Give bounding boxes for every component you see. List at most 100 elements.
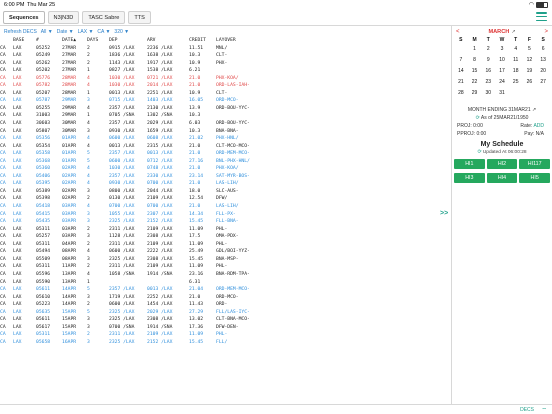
hamburger-menu-icon[interactable] (536, 12, 547, 22)
table-row[interactable]: CA LAX 05358 01APR 5 2357 /LAX 0013 /LAX 21.0 OR… (0, 150, 452, 158)
calendar-next-button[interactable]: > (544, 29, 548, 35)
calendar-day[interactable]: 8 (468, 55, 482, 66)
rate-value-button[interactable]: ADD (533, 123, 544, 129)
calendar-day[interactable]: 25 (509, 77, 523, 88)
hi1-button[interactable]: HI1 (454, 159, 485, 169)
calendar-day[interactable]: 10 (495, 55, 509, 66)
table-row[interactable]: CA LAX 05509 08APR 3 2325 /LAX 2308 /LAX 15.45 B… (0, 256, 452, 264)
table-row[interactable]: CA LAX 05249 27MAR 2 1836 /LAX 1638 /LAX 10.3 CL… (0, 52, 452, 60)
header-dep[interactable]: DEP (109, 37, 117, 45)
calendar-day[interactable]: 5 (523, 44, 537, 55)
table-row[interactable]: CA LAX 05807 30MAR 3 0930 /LAX 1659 /LAX 10.3 BN… (0, 128, 452, 136)
table-row[interactable]: CA LAX 05354 01APR 4 0013 /LAX 2315 /LAX 21.0 CL… (0, 143, 452, 151)
table-row[interactable]: CA LAX 05617 15APR 3 0700 /SNA 1914 /SNA 17.36 D… (0, 324, 452, 332)
table-row[interactable]: CA LAX 05610 14APR 3 1719 /LAX 2252 /LAX 21.0 OR… (0, 294, 452, 302)
table-row[interactable]: CA LAX 05787 29MAR 3 0715 /LAX 1403 /LAX 16.05 O… (0, 97, 452, 105)
table-row[interactable]: CA LAX 05776 28MAR 4 1030 /LAX 0721 /LAX 21.0 PH… (0, 75, 452, 83)
filter-all-dropdown[interactable]: All ▼ (41, 29, 53, 35)
calendar-day[interactable]: 30 (481, 88, 495, 99)
table-row[interactable]: CA LAX 31003 29MAR 1 0705 /SNA 1302 /SNA 10.3 (0, 112, 452, 120)
calendar-day[interactable]: 28 (454, 88, 468, 99)
table-row[interactable]: CA LAX 05389 02APR 3 0800 /LAX 2044 /LAX 18.0 SL… (0, 188, 452, 196)
calendar-day[interactable]: 22 (468, 77, 482, 88)
table-row[interactable]: CA LAX 05311 11APR 2 2311 /LAX 2109 /LAX 11.09 P… (0, 263, 452, 271)
tab-tts[interactable]: TTS (128, 10, 151, 24)
table-row[interactable]: CA LAX 05202 27MAR 1 0827 /LAX 1538 /LAX 6.21 (0, 67, 452, 75)
table-row[interactable]: CA LAX 05590 13APR 1 6.31 (0, 279, 452, 287)
tab-sequences[interactable]: Sequences (3, 10, 45, 24)
table-row[interactable]: CA LAX 05435 03APR 3 2325 /LAX 2152 /LAX 15.45 F… (0, 218, 452, 226)
hi4-button[interactable]: HI4 (486, 173, 518, 183)
refresh-icon[interactable]: ⟳ (476, 115, 480, 121)
header-days[interactable]: DAYS (87, 37, 98, 45)
expand-panel-button[interactable]: >> (440, 210, 448, 217)
calendar-day[interactable]: 21 (454, 77, 468, 88)
table-row[interactable]: CA LAX 05611 15APR 3 2325 /LAX 2308 /LAX 13.02 C… (0, 316, 452, 324)
table-row[interactable]: CA LAX 05311 04APR 2 2311 /LAX 2109 /LAX 11.09 P… (0, 241, 452, 249)
hi3-button[interactable]: HI3 (454, 173, 485, 183)
refresh-decs-button[interactable]: Refresh DECS (4, 29, 37, 35)
calendar-day[interactable]: 24 (495, 77, 509, 88)
table-row[interactable]: CA LAX 05262 27MAR 2 1143 /LAX 1917 /LAX 10.9 PH… (0, 60, 452, 68)
table-row[interactable]: CA LAX 05252 27MAR 2 0915 /LAX 2236 /LAX 11.51 M… (0, 45, 452, 53)
calendar-day[interactable]: 7 (454, 55, 468, 66)
calendar-prev-button[interactable]: < (456, 29, 460, 35)
hi5-button[interactable]: HI5 (519, 173, 550, 183)
filter-date-dropdown[interactable]: Date ▼ (57, 29, 74, 35)
table-row[interactable]: CA LAX 05782 28MAR 4 1030 /LAX 2014 /LAX 21.0 OR… (0, 82, 452, 90)
table-row[interactable]: CA LAX 05311 03APR 2 2311 /LAX 2109 /LAX 11.09 P… (0, 226, 452, 234)
table-row[interactable]: CA LAX 05360 02APR 4 1030 /LAX 0748 /LAX 21.0 PH… (0, 165, 452, 173)
calendar-day[interactable]: 27 (536, 77, 550, 88)
header-date[interactable]: DATE▲ (62, 37, 76, 45)
calendar-day[interactable]: 17 (495, 66, 509, 77)
filter-equipment-dropdown[interactable]: 320 ▼ (114, 29, 129, 35)
header-number[interactable]: # (36, 37, 39, 45)
calendar-day[interactable]: 4 (509, 44, 523, 55)
table-row[interactable]: CA LAX 05257 03APR 3 1128 /LAX 2308 /LAX 17.5 OM… (0, 233, 452, 241)
tab-n3-n3d[interactable]: N3|N3D (47, 10, 80, 24)
month-ending-title[interactable]: MONTH ENDING 31MAR21 ↗ (454, 106, 550, 114)
table-row[interactable]: CA LAX 05223 14APR 2 0600 /LAX 1454 /LAX 11.43 O… (0, 301, 452, 309)
schedule-refresh-icon[interactable]: ⟳ (477, 150, 481, 155)
hi2-button[interactable]: HI2 (486, 159, 518, 169)
calendar-day[interactable]: 31 (495, 88, 509, 99)
table-row[interactable]: CA LAX 05311 15APR 2 2311 /LAX 2109 /LAX 11.09 P… (0, 331, 452, 339)
filter-position-dropdown[interactable]: CA ▼ (97, 29, 110, 35)
table-row[interactable]: CA LAX 05356 01APR 4 0600 /LAX 0608 /LAX 21.02 P… (0, 135, 452, 143)
calendar-day[interactable]: 15 (468, 66, 482, 77)
calendar-day[interactable]: 26 (523, 77, 537, 88)
table-row[interactable]: CA LAX 05418 03APR 4 0700 /LAX 0700 /LAX 21.0 LA… (0, 203, 452, 211)
header-credit[interactable]: CREDIT (189, 37, 206, 45)
table-row[interactable]: CA LAX 05596 13APR 4 1058 /SNA 1914 /SNA 23.16 B… (0, 271, 452, 279)
calendar-day[interactable]: 20 (536, 66, 550, 77)
header-layover[interactable]: LAYOVER (216, 37, 236, 45)
calendar-day[interactable]: 12 (523, 55, 537, 66)
calendar-day[interactable]: 2 (481, 44, 495, 55)
table-row[interactable]: CA LAX 05398 02APR 2 0130 /LAX 2109 /LAX 12.54 D… (0, 195, 452, 203)
calendar-day[interactable]: 14 (454, 66, 468, 77)
table-row[interactable]: CA LAX 05635 15APR 5 2325 /LAX 2029 /LAX 27.29 F… (0, 309, 452, 317)
calendar-day[interactable]: 3 (495, 44, 509, 55)
calendar-day[interactable]: 13 (536, 55, 550, 66)
table-row[interactable]: CA LAX 05611 14APR 5 2357 /LAX 0013 /LAX 21.04 O… (0, 286, 452, 294)
hi117-button[interactable]: HI117 (519, 159, 550, 169)
calendar-day[interactable]: 23 (481, 77, 495, 88)
table-row[interactable]: CA LAX 30603 30MAR 4 2357 /LAX 2029 /LAX 6.03 OR… (0, 120, 452, 128)
table-row[interactable]: CA LAX 05415 03APR 3 1055 /LAX 2307 /LAX 14.34 F… (0, 211, 452, 219)
external-link-icon[interactable]: ↗ (511, 29, 515, 35)
table-row[interactable]: CA LAX 05207 28MAR 1 0013 /LAX 2251 /LAX 10.9 CL… (0, 90, 452, 98)
calendar-day[interactable]: 29 (468, 88, 482, 99)
table-row[interactable]: CA LAX 05395 02APR 4 0930 /LAX 0700 /LAX 21.0 LA… (0, 180, 452, 188)
decs-button[interactable]: DECS (520, 407, 534, 413)
calendar-day[interactable]: 19 (523, 66, 537, 77)
table-row[interactable]: CA LAX 05255 29MAR 4 2357 /LAX 2130 /LAX 13.9 OR… (0, 105, 452, 113)
header-base[interactable]: BASE (13, 37, 24, 45)
table-row[interactable]: CA LAX 05368 01APR 5 0600 /LAX 0712 /LAX 27.16 B… (0, 158, 452, 166)
calendar-day[interactable]: 1 (468, 44, 482, 55)
calendar-day[interactable]: 18 (509, 66, 523, 77)
calendar-day[interactable]: 16 (481, 66, 495, 77)
table-row[interactable]: CA LAX 05406 02APR 4 2357 /LAX 2330 /LAX 23.14 S… (0, 173, 452, 181)
table-row[interactable]: CA LAX 05494 08APR 4 0600 /LAX 2222 /LAX 25.49 G… (0, 248, 452, 256)
header-arv[interactable]: ARV (147, 37, 155, 45)
filter-base-dropdown[interactable]: LAX ▼ (78, 29, 94, 35)
